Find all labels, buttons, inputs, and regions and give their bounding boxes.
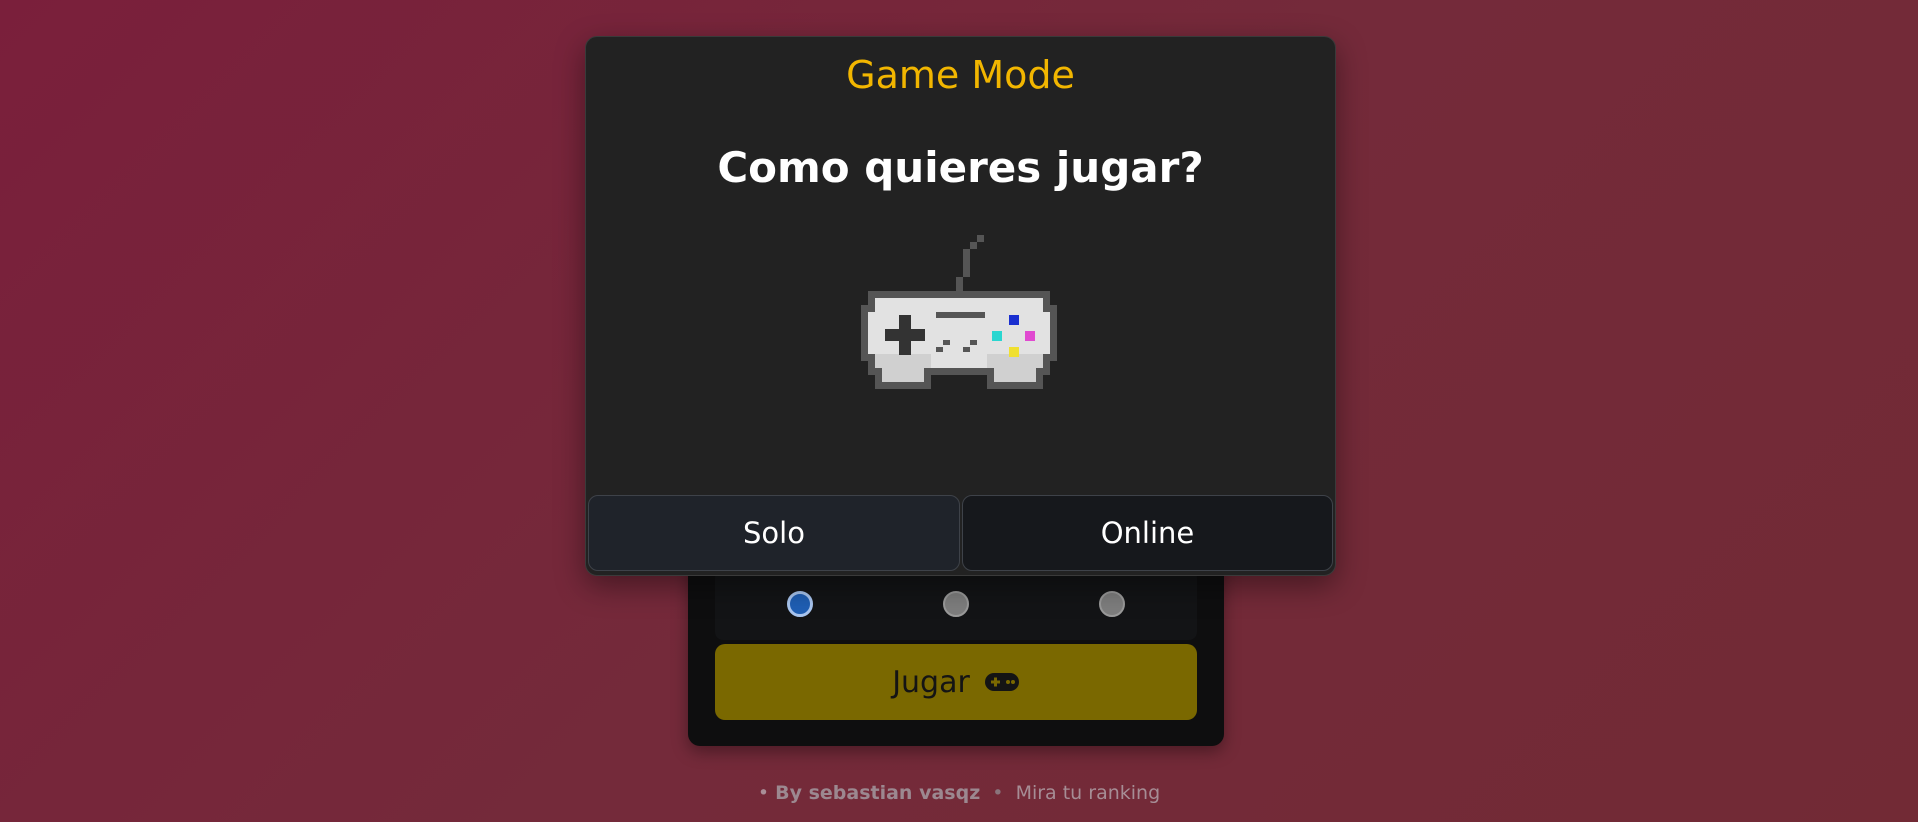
ranking-link[interactable]: Mira tu ranking (1016, 782, 1161, 804)
online-mode-button[interactable]: Online (962, 495, 1333, 571)
modal-question: Como quieres jugar? (717, 143, 1204, 192)
gamepad-icon (984, 673, 1019, 691)
solo-mode-label: Solo (743, 516, 805, 550)
footer-bullet: • (757, 782, 770, 804)
modal-title: Game Mode (846, 53, 1075, 97)
online-mode-label: Online (1100, 516, 1195, 550)
selector-dot-2[interactable] (943, 591, 969, 617)
selector-dot-3[interactable] (1099, 591, 1125, 617)
footer-author: By sebastian vasqz (775, 782, 981, 804)
play-button-label: Jugar (892, 664, 970, 700)
selector-dot-1[interactable] (787, 591, 813, 617)
footer: • By sebastian vasqz • Mira tu ranking (0, 782, 1918, 804)
play-button[interactable]: Jugar (715, 644, 1197, 720)
pixel-controller-icon (861, 235, 1057, 389)
difficulty-selector (715, 570, 1197, 640)
game-mode-modal: Game Mode Como quieres jugar? Solo Onlin… (585, 36, 1336, 576)
solo-mode-button[interactable]: Solo (588, 495, 960, 571)
footer-separator: • (992, 782, 1004, 804)
